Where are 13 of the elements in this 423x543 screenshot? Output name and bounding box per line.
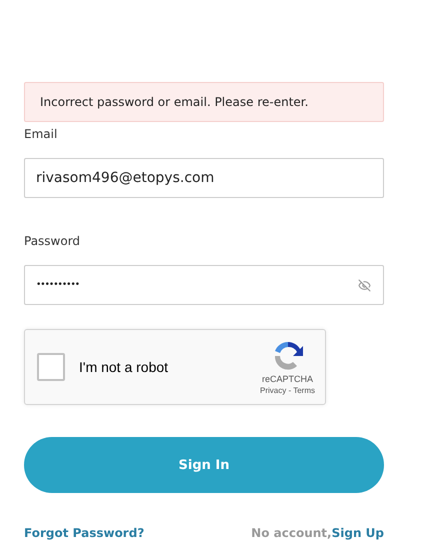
forgot-password-link[interactable]: Forgot Password? xyxy=(24,526,144,540)
email-field[interactable]: rivasom496@etopys.com xyxy=(24,158,384,198)
password-field[interactable]: •••••••••• xyxy=(24,265,384,305)
eye-slash-icon[interactable] xyxy=(358,278,371,292)
sign-up-link[interactable]: Sign Up xyxy=(332,526,384,540)
captcha-label: I'm not a robot xyxy=(79,359,170,375)
captcha-links[interactable]: Privacy - Terms xyxy=(260,386,315,394)
password-label: Password xyxy=(24,234,82,250)
captcha-brand: reCAPTCHA xyxy=(262,374,314,384)
captcha-checkbox[interactable] xyxy=(37,353,65,381)
email-label: Email xyxy=(24,127,58,143)
error-message: Incorrect password or email. Please re-enter. xyxy=(24,82,384,122)
no-account-text: No account, xyxy=(251,526,332,540)
